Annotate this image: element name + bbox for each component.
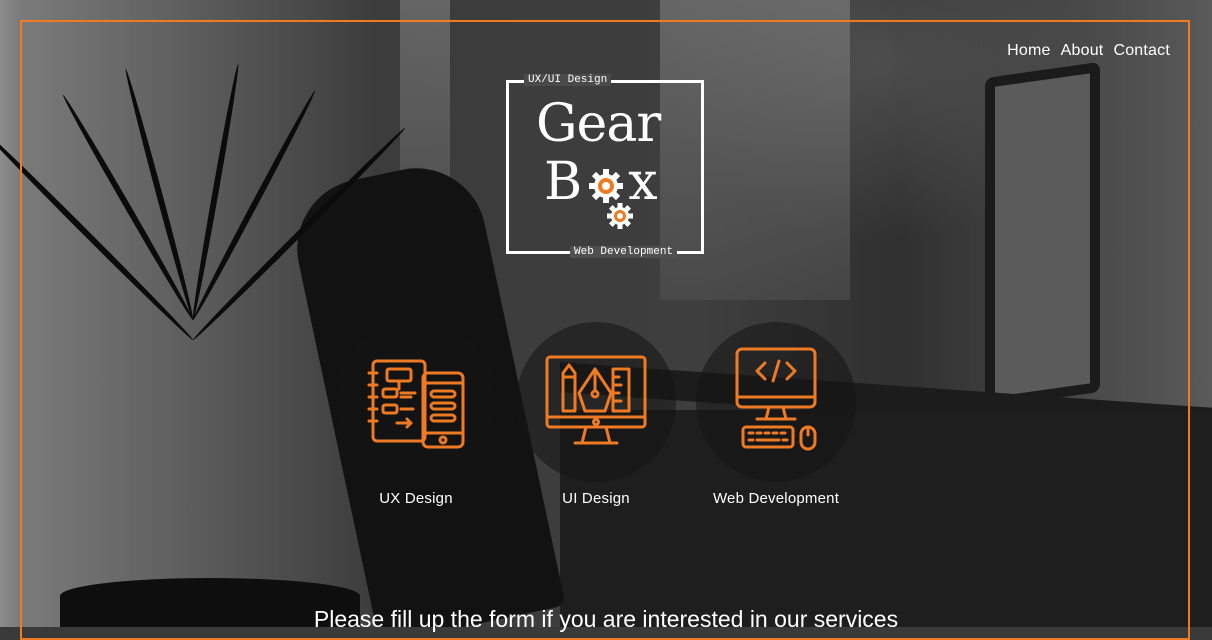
logo-word-box-first: B: [544, 152, 583, 212]
ux-design-icon: [367, 359, 465, 449]
services-list: UX Design UI Design Web Development: [336, 322, 856, 507]
gearbox-logo[interactable]: UX/UI Design Gear B x Web Development: [506, 74, 706, 258]
service-label: Web Development: [712, 490, 840, 507]
logo-bottom-tag: Web Development: [570, 246, 678, 258]
nav-home-link[interactable]: Home: [1007, 42, 1050, 60]
top-navigation: Home About Contact: [1007, 42, 1170, 60]
web-development-icon: [735, 347, 817, 451]
service-web-development[interactable]: Web Development: [696, 322, 856, 507]
service-icon-circle: [336, 322, 496, 482]
service-ux-design[interactable]: UX Design: [336, 322, 496, 507]
nav-about-link[interactable]: About: [1061, 42, 1104, 60]
gears-icon: [589, 169, 633, 229]
service-label: UX Design: [379, 490, 453, 507]
service-icon-circle: [696, 322, 856, 482]
ui-design-icon: [545, 355, 647, 445]
logo-word-gear: Gear: [536, 94, 661, 154]
service-label: UI Design: [562, 490, 630, 507]
logo-top-tag: UX/UI Design: [524, 74, 612, 86]
service-icon-circle: [516, 322, 676, 482]
form-call-to-action: Please fill up the form if you are inter…: [313, 606, 899, 632]
nav-contact-link[interactable]: Contact: [1113, 42, 1170, 60]
service-ui-design[interactable]: UI Design: [516, 322, 676, 507]
